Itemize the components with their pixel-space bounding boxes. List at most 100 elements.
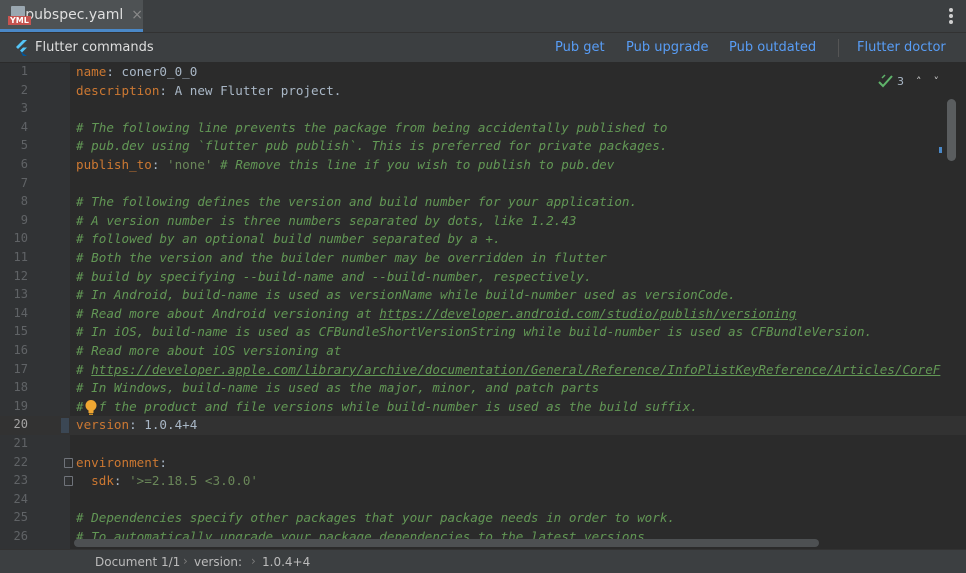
pub-get-link[interactable]: Pub get (555, 40, 605, 55)
code-line[interactable]: 6 publish_to: 'none' # Remove this line i… (0, 156, 966, 175)
code-text: # The following line prevents the packag… (76, 119, 667, 138)
line-number: 3 (20, 101, 28, 116)
line-number: 26 (13, 529, 28, 543)
line-number: 4 (20, 119, 28, 134)
code-line[interactable]: 10 # followed by an optional build number… (0, 230, 966, 249)
yaml-value: 1.0.4+4 (136, 417, 198, 433)
code-line[interactable]: 7 (0, 175, 966, 194)
line-number: 14 (13, 305, 28, 320)
code-text: # Read more about Android versioning at … (76, 305, 796, 324)
pub-upgrade-link[interactable]: Pub upgrade (626, 40, 709, 55)
comment-text: # Both the version and the builder numbe… (76, 250, 607, 265)
more-options-icon[interactable] (948, 8, 954, 26)
tab-pubspec-yaml[interactable]: YML pubspec.yaml × (0, 0, 143, 32)
yaml-key: name (76, 64, 107, 79)
code-line[interactable]: 18 # In Windows, build-name is used as th… (0, 379, 966, 398)
line-number: 19 (13, 398, 28, 413)
code-line[interactable]: 4 # The following line prevents the packa… (0, 119, 966, 138)
comment-text: # build by specifying --build-name and -… (76, 268, 592, 284)
breadcrumb-bar: Document 1/1 › version: › 1.0.4+4 (0, 549, 966, 573)
code-line[interactable]: 16 # Read more about iOS versioning at (0, 342, 966, 361)
pub-outdated-link[interactable]: Pub outdated (729, 40, 816, 55)
yaml-value: coner0_0_0 (113, 64, 198, 79)
chevron-right-icon: › (183, 554, 188, 568)
code-line[interactable]: 20 version: 1.0.4+4 (0, 416, 966, 435)
code-line[interactable]: 1 name: coner0_0_0 (0, 63, 966, 82)
comment-text: # The following line prevents the packag… (76, 119, 668, 135)
line-number: 8 (20, 194, 28, 209)
editor-tab-bar: YML pubspec.yaml × (0, 0, 966, 33)
tab-label: pubspec.yaml (25, 6, 124, 23)
inspection-count: 3 (897, 74, 904, 88)
line-number: 21 (13, 436, 28, 450)
code-text: # build by specifying --build-name and -… (76, 268, 592, 287)
code-line[interactable]: 17 # https://developer.apple.com/library/… (0, 361, 966, 380)
code-line[interactable]: 8 # The following defines the version and… (0, 193, 966, 212)
fold-icon[interactable] (64, 457, 73, 468)
line-number: 25 (13, 510, 28, 525)
comment-text: # Dependencies specify other packages th… (76, 510, 675, 526)
code-line[interactable]: 2 description: A new Flutter project. (0, 82, 966, 101)
line-number: 17 (13, 361, 28, 376)
fold-icon[interactable] (64, 476, 73, 487)
code-line[interactable]: 11 # Both the version and the builder num… (0, 249, 966, 268)
code-line[interactable]: 13 # In Android, build-name is used as ve… (0, 286, 966, 305)
breadcrumb-document[interactable]: Document 1/1 (95, 555, 180, 569)
code-line[interactable]: 3 (0, 100, 966, 119)
code-text: description: A new Flutter project. (76, 82, 341, 101)
line-number: 16 (13, 343, 28, 357)
comment-link[interactable]: https://developer.android.com/studio/pub… (379, 306, 796, 321)
code-line[interactable]: 23 sdk: '>=2.18.5 <3.0.0' (0, 472, 966, 491)
code-line[interactable]: 25 # Dependencies specify other packages … (0, 509, 966, 528)
breadcrumb-key[interactable]: version: (194, 555, 242, 569)
vertical-scrollbar[interactable] (947, 99, 956, 161)
code-line[interactable]: 12 # build by specifying --build-name and… (0, 268, 966, 287)
yaml-value: A new Flutter project. (167, 82, 342, 98)
comment-text: # Read more about Android versioning at (76, 305, 380, 321)
yaml-colon: : (106, 64, 114, 79)
line-number: 5 (20, 138, 28, 153)
yaml-key: description (76, 82, 160, 98)
yaml-colon: : (113, 473, 122, 489)
chevron-down-icon[interactable]: ˅ (934, 75, 940, 88)
comment-link[interactable]: https://developer.apple.com/library/arch… (91, 362, 940, 377)
code-text: # In iOS, build-name is used as CFBundle… (76, 323, 872, 342)
chevron-up-icon[interactable]: ˄ (916, 75, 922, 88)
check-icon (878, 74, 893, 88)
breadcrumb-value[interactable]: 1.0.4+4 (262, 555, 310, 569)
comment-text: # A version number is three numbers sepa… (76, 212, 577, 228)
code-text: # Both the version and the builder numbe… (76, 249, 607, 268)
inspection-widget[interactable]: 3 ˄ ˅ (878, 72, 939, 90)
yaml-key: publish_to (76, 157, 152, 172)
divider (838, 39, 839, 57)
code-line[interactable]: 24 (0, 491, 966, 510)
code-line[interactable]: 9 # A version number is three numbers sep… (0, 212, 966, 231)
line-number: 10 (13, 231, 28, 246)
comment-text: # (76, 361, 92, 377)
close-icon[interactable]: × (131, 7, 143, 23)
code-line[interactable]: 22 environment: (0, 454, 966, 473)
line-number: 23 (13, 473, 28, 488)
code-editor[interactable]: 1 name: coner0_0_0 2 description: A new Flu… (0, 63, 966, 549)
comment-text: # In iOS, build-name is used as CFBundle… (76, 324, 873, 340)
line-number: 22 (13, 454, 28, 469)
code-text: # In Windows, build-name is used as the … (76, 379, 599, 398)
flutter-commands-bar: Flutter commands Pub get Pub upgrade Pub… (0, 33, 966, 63)
lightbulb-icon[interactable] (84, 399, 98, 416)
code-line[interactable]: 14 # Read more about Android versioning a… (0, 305, 966, 324)
comment-text: # In Windows, build-name is used as the … (76, 380, 600, 396)
code-line[interactable]: 15 # In iOS, build-name is used as CFBund… (0, 323, 966, 342)
flutter-commands-title: Flutter commands (35, 40, 154, 55)
comment-text: # The following defines the version and … (76, 194, 638, 210)
code-line[interactable]: 5 # pub.dev using `flutter pub publish`. … (0, 137, 966, 156)
code-text: # In Android, build-name is used as vers… (76, 286, 736, 305)
code-text: # Dependencies specify other packages th… (76, 509, 675, 528)
line-number: 18 (13, 380, 28, 395)
horizontal-scrollbar[interactable] (74, 539, 819, 547)
code-line[interactable]: 19 # f the product and file versions whil… (0, 398, 966, 417)
code-text: # A version number is three numbers sepa… (76, 212, 576, 231)
flutter-doctor-link[interactable]: Flutter doctor (857, 40, 946, 55)
code-line[interactable]: 21 (0, 435, 966, 454)
yml-badge: YML (8, 15, 31, 25)
line-number: 13 (13, 287, 28, 302)
